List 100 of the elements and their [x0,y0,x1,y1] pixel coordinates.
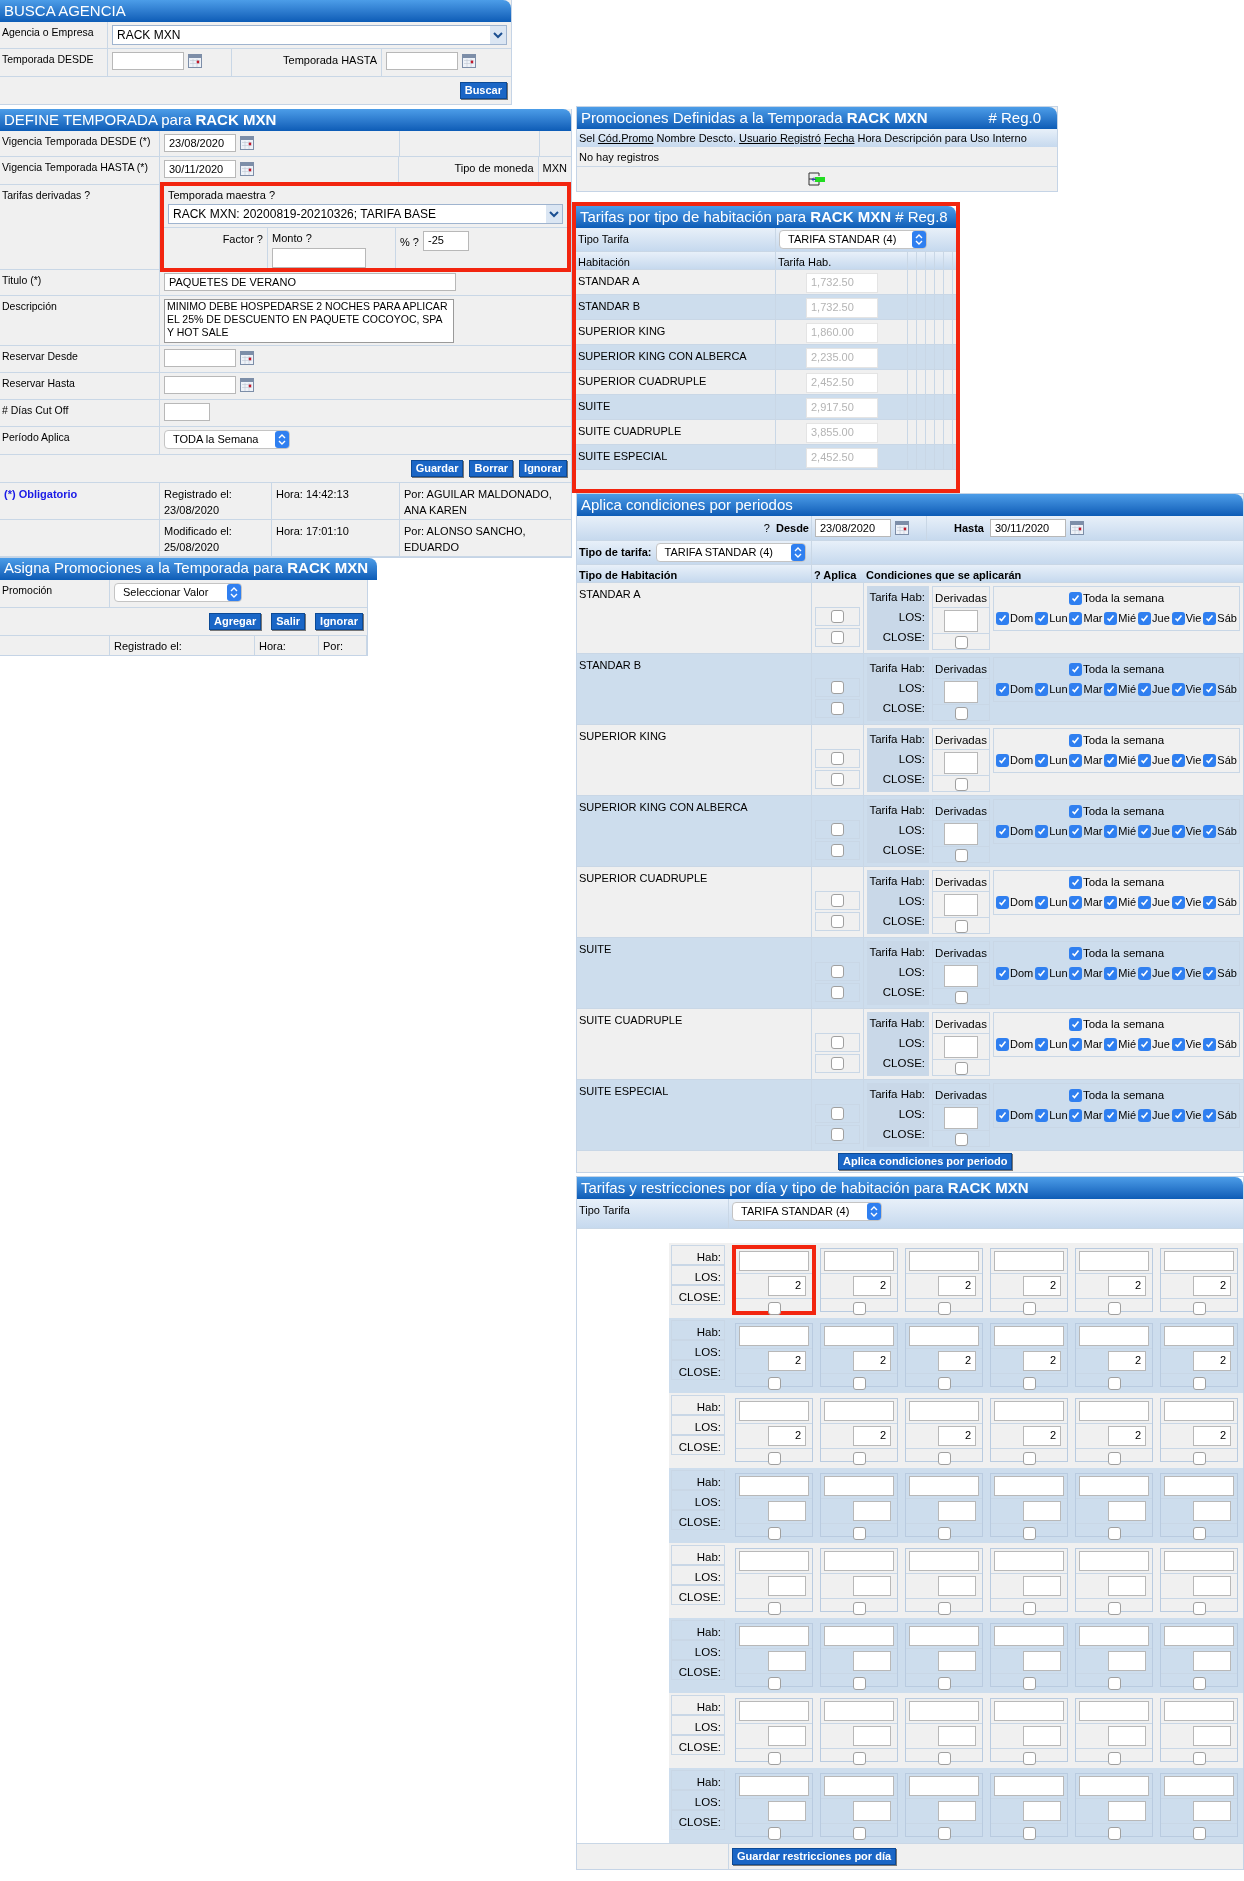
checkbox[interactable] [1104,683,1118,696]
input-field[interactable] [1164,1401,1234,1421]
checkbox[interactable] [1035,612,1049,625]
date-field[interactable]: 30/11/2020 [990,519,1066,537]
input-field[interactable] [768,1726,806,1746]
input-field[interactable] [994,1626,1064,1646]
input-field[interactable] [944,610,978,633]
ignore-button[interactable]: Ignorar [315,612,363,630]
checkbox[interactable] [767,1452,781,1465]
checkbox[interactable] [831,844,844,857]
column-header[interactable]: Usuario Registró [738,129,821,147]
dropdown[interactable]: TARIFA STANDAR (4) [655,543,806,562]
checkbox[interactable] [1138,1038,1152,1051]
checkbox[interactable] [1068,876,1082,890]
checkbox[interactable] [852,1827,866,1840]
input-field[interactable] [1193,1726,1231,1746]
checkbox[interactable] [1035,683,1049,696]
input-field[interactable] [1079,1251,1149,1271]
checkbox[interactable] [1035,896,1049,909]
checkbox[interactable] [831,965,844,978]
checkbox[interactable] [831,823,844,836]
add-button[interactable]: Agregar [209,612,262,630]
input-field[interactable] [994,1326,1064,1346]
checkbox[interactable] [1069,896,1083,909]
checkbox[interactable] [1171,754,1185,767]
checkbox[interactable] [831,1057,844,1070]
input-field[interactable] [944,965,978,988]
calendar-icon[interactable] [462,54,476,68]
checkbox[interactable] [1171,825,1185,838]
input-field[interactable] [909,1476,979,1496]
input-field[interactable] [909,1626,979,1646]
checkbox[interactable] [1107,1377,1121,1390]
checkbox[interactable] [937,1602,951,1615]
input-field[interactable] [1193,1801,1231,1821]
input-field[interactable]: 2 [853,1426,891,1446]
checkbox[interactable] [1068,1089,1082,1103]
checkbox[interactable] [852,1527,866,1540]
input-field[interactable] [1164,1626,1234,1646]
checkbox[interactable] [852,1377,866,1390]
checkbox[interactable] [1069,825,1083,838]
input-field[interactable] [824,1401,894,1421]
checkbox[interactable] [1138,1109,1152,1122]
checkbox[interactable] [1107,1302,1121,1315]
input-field[interactable] [853,1801,891,1821]
checkbox[interactable] [1171,612,1185,625]
checkbox[interactable] [852,1452,866,1465]
input-field[interactable] [853,1576,891,1596]
checkbox[interactable] [1035,825,1049,838]
input-field[interactable]: PAQUETES DE VERANO [164,272,456,291]
column-header[interactable]: Fecha [823,129,855,147]
checkbox[interactable] [1068,947,1082,961]
checkbox[interactable] [1104,754,1118,767]
checkbox[interactable] [1138,612,1152,625]
checkbox[interactable] [1068,1018,1082,1032]
dropdown[interactable]: TODA la Semana [164,429,290,449]
input-field[interactable] [944,1107,978,1130]
checkbox[interactable] [996,896,1009,909]
checkbox[interactable] [1104,896,1118,909]
input-field[interactable] [1079,1326,1149,1346]
input-field[interactable] [938,1576,976,1596]
input-field[interactable] [1023,1651,1061,1671]
column-header[interactable]: Cód.Promo [597,129,654,147]
input-field[interactable] [994,1701,1064,1721]
checkbox[interactable] [937,1452,951,1465]
checkbox[interactable] [954,1062,968,1076]
checkbox[interactable] [996,683,1009,696]
checkbox[interactable] [852,1677,866,1690]
input-field[interactable] [938,1501,976,1521]
checkbox[interactable] [831,1128,844,1141]
input-field[interactable] [1023,1801,1061,1821]
checkbox[interactable] [1069,1038,1083,1051]
checkbox[interactable] [1203,683,1217,696]
calendar-icon[interactable] [188,54,202,68]
input-field[interactable] [739,1476,809,1496]
input-field[interactable] [944,823,978,846]
checkbox[interactable] [1171,1038,1185,1051]
input-field[interactable] [909,1551,979,1571]
checkbox[interactable] [1171,683,1185,696]
checkbox[interactable] [996,825,1009,838]
checkbox[interactable] [831,986,844,999]
input-field[interactable] [739,1401,809,1421]
input-field[interactable]: 2 [1193,1351,1231,1371]
input-field[interactable]: 2 [938,1426,976,1446]
input-field[interactable] [909,1326,979,1346]
checkbox[interactable] [1138,825,1152,838]
input-field[interactable] [994,1776,1064,1796]
input-field[interactable] [994,1401,1064,1421]
checkbox[interactable] [1192,1752,1206,1765]
dropdown[interactable]: RACK MXN: 20200819-20210326; TARIFA BASE [168,203,563,224]
input-field[interactable] [824,1776,894,1796]
input-field[interactable] [768,1501,806,1521]
input-field[interactable]: 2 [768,1426,806,1446]
checkbox[interactable] [852,1752,866,1765]
checkbox[interactable] [954,1133,968,1147]
input-field[interactable] [1193,1576,1231,1596]
input-field[interactable] [909,1776,979,1796]
checkbox[interactable] [954,707,968,721]
input-field[interactable] [1108,1501,1146,1521]
input-field[interactable] [909,1701,979,1721]
save-button[interactable]: Guardar [410,459,464,477]
